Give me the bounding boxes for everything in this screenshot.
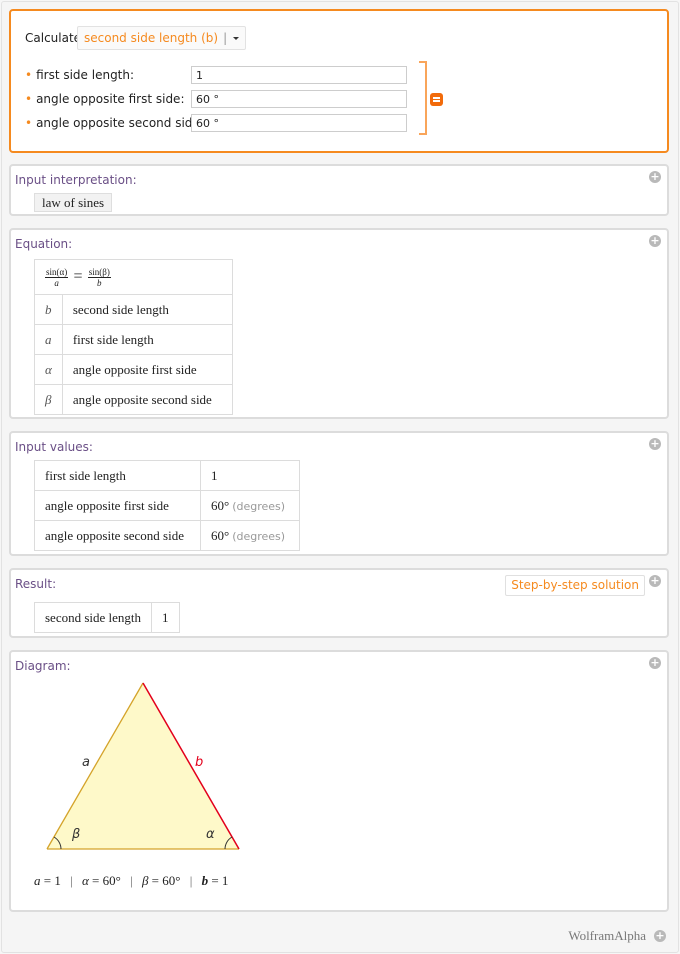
unit: (degrees) bbox=[232, 529, 286, 543]
calculate-dropdown[interactable]: second side length (b) | bbox=[77, 26, 247, 50]
caption-separator: | bbox=[130, 873, 133, 888]
bullet-icon: • bbox=[25, 116, 33, 130]
symbol-cell: β bbox=[34, 384, 63, 415]
expand-plus-icon[interactable]: + bbox=[649, 235, 661, 247]
value: 60° bbox=[211, 527, 230, 543]
pod-title: Equation: bbox=[15, 237, 73, 251]
step-by-step-button[interactable]: Step-by-step solution bbox=[505, 575, 645, 596]
field-first-side-length: • first side length: bbox=[25, 68, 134, 88]
meaning-cell: angle opposite second side bbox=[61, 384, 233, 415]
expand-plus-icon[interactable]: + bbox=[649, 575, 661, 587]
expand-plus-icon[interactable]: + bbox=[649, 657, 661, 669]
numerator: sin(β) bbox=[87, 266, 111, 278]
caption-value: 1 bbox=[221, 873, 229, 888]
meaning-cell: first side length bbox=[61, 324, 233, 355]
formula-row: sin(α) a = sin(β) b bbox=[34, 259, 233, 295]
field-angle-opposite-second-side: • angle opposite second side: bbox=[25, 116, 204, 136]
interpretation-value: law of sines bbox=[34, 193, 113, 212]
expand-plus-icon[interactable]: + bbox=[649, 171, 661, 183]
name-cell: angle opposite second side bbox=[34, 520, 201, 551]
field-label: angle opposite first side: bbox=[36, 92, 185, 106]
equals-sign: = bbox=[73, 268, 83, 285]
wolframalpha-brand[interactable]: WolframAlpha bbox=[568, 928, 646, 944]
meaning-cell: second side length bbox=[61, 294, 233, 325]
formula-cell: sin(α) a = sin(β) b bbox=[34, 259, 233, 295]
expand-plus-icon[interactable]: + bbox=[649, 438, 661, 450]
fraction-left: sin(α) a bbox=[45, 266, 69, 288]
numerator: sin(α) bbox=[45, 266, 69, 278]
bullet-icon: • bbox=[25, 92, 33, 106]
input-form: Calculate second side length (b) | • firs… bbox=[9, 9, 669, 153]
value-cell: 1 bbox=[151, 602, 180, 633]
input-values-table: first side length 1 angle opposite first … bbox=[34, 460, 300, 551]
pod-result: Result: Step-by-step solution + second s… bbox=[9, 568, 669, 638]
triangle-fill bbox=[47, 683, 239, 849]
caption-value: 60° bbox=[102, 873, 121, 888]
value: 1 bbox=[211, 467, 218, 483]
denominator: a bbox=[54, 277, 59, 288]
bullet-icon: • bbox=[25, 68, 33, 82]
caption-symbol: α bbox=[81, 873, 89, 888]
name-cell: first side length bbox=[34, 460, 201, 491]
caption-eq: = bbox=[148, 873, 163, 888]
label-a: a bbox=[82, 755, 90, 770]
pod-equation: Equation: + sin(α) a = sin(β) b b second si… bbox=[9, 228, 669, 419]
value-cell: 1 bbox=[200, 460, 300, 491]
angle-opposite-first-side-input[interactable] bbox=[191, 90, 407, 108]
symbol-cell: a bbox=[34, 324, 63, 355]
table-row: α angle opposite first side bbox=[34, 354, 233, 385]
table-row: second side length 1 bbox=[33, 602, 180, 633]
label-alpha: α bbox=[206, 827, 215, 842]
unit: (degrees) bbox=[232, 499, 286, 513]
value-cell: 60° (degrees) bbox=[200, 520, 300, 551]
caption-separator: | bbox=[70, 873, 73, 888]
diagram-caption: a = 1 | α = 60° | β = 60° | b = 1 bbox=[34, 873, 228, 889]
field-angle-opposite-first-side: • angle opposite first side: bbox=[25, 92, 184, 112]
value: 60° bbox=[211, 497, 230, 513]
table-row: β angle opposite second side bbox=[34, 384, 233, 415]
symbol-cell: b bbox=[34, 294, 63, 325]
name-cell: second side length bbox=[33, 602, 153, 633]
pod-diagram: Diagram: + a b β α a = 1 | α = 60° | β =… bbox=[9, 650, 669, 912]
value-cell: 60° (degrees) bbox=[200, 490, 300, 521]
label-beta: β bbox=[71, 827, 80, 842]
caption-eq: = bbox=[208, 873, 222, 888]
triangle-diagram: a b β α bbox=[46, 682, 240, 850]
chevron-down-icon bbox=[233, 36, 240, 40]
calculate-dropdown-value: second side length (b) bbox=[84, 31, 219, 45]
pod-title: Input interpretation: bbox=[15, 173, 137, 187]
caption-separator: | bbox=[189, 873, 193, 888]
caption-value: 60° bbox=[162, 873, 181, 888]
table-row: angle opposite first side 60° (degrees) bbox=[34, 490, 300, 521]
caption-eq: = bbox=[88, 873, 103, 888]
angle-opposite-second-side-input[interactable] bbox=[191, 114, 407, 132]
denominator: b bbox=[97, 277, 102, 288]
result-table: second side length 1 bbox=[33, 602, 180, 633]
table-row: angle opposite second side 60° (degrees) bbox=[34, 520, 300, 551]
table-row: a first side length bbox=[34, 324, 233, 355]
pod-input-values: Input values: + first side length 1 angle… bbox=[9, 431, 669, 556]
caption-value: 1 bbox=[54, 873, 61, 888]
label-b: b bbox=[195, 755, 203, 770]
input-bracket bbox=[419, 61, 427, 135]
table-row: b second side length bbox=[34, 294, 233, 325]
field-label: first side length: bbox=[36, 68, 135, 82]
meaning-cell: angle opposite first side bbox=[61, 354, 233, 385]
pod-title: Result: bbox=[15, 577, 57, 591]
name-cell: angle opposite first side bbox=[34, 490, 201, 521]
field-label: angle opposite second side: bbox=[36, 116, 204, 130]
calculate-label: Calculate bbox=[25, 31, 82, 45]
footer-plus-icon[interactable]: + bbox=[654, 930, 666, 942]
fraction-right: sin(β) b bbox=[87, 266, 111, 288]
dropdown-separator: | bbox=[223, 31, 228, 45]
caption-eq: = bbox=[40, 873, 55, 888]
pod-title: Input values: bbox=[15, 440, 93, 454]
symbol-cell: α bbox=[34, 354, 63, 385]
table-row: first side length 1 bbox=[34, 460, 300, 491]
equation-table: sin(α) a = sin(β) b b second side length af… bbox=[34, 259, 233, 415]
pod-input-interpretation: Input interpretation: + law of sines bbox=[9, 164, 669, 216]
first-side-length-input[interactable] bbox=[191, 66, 407, 84]
compute-equals-button[interactable] bbox=[430, 93, 443, 106]
